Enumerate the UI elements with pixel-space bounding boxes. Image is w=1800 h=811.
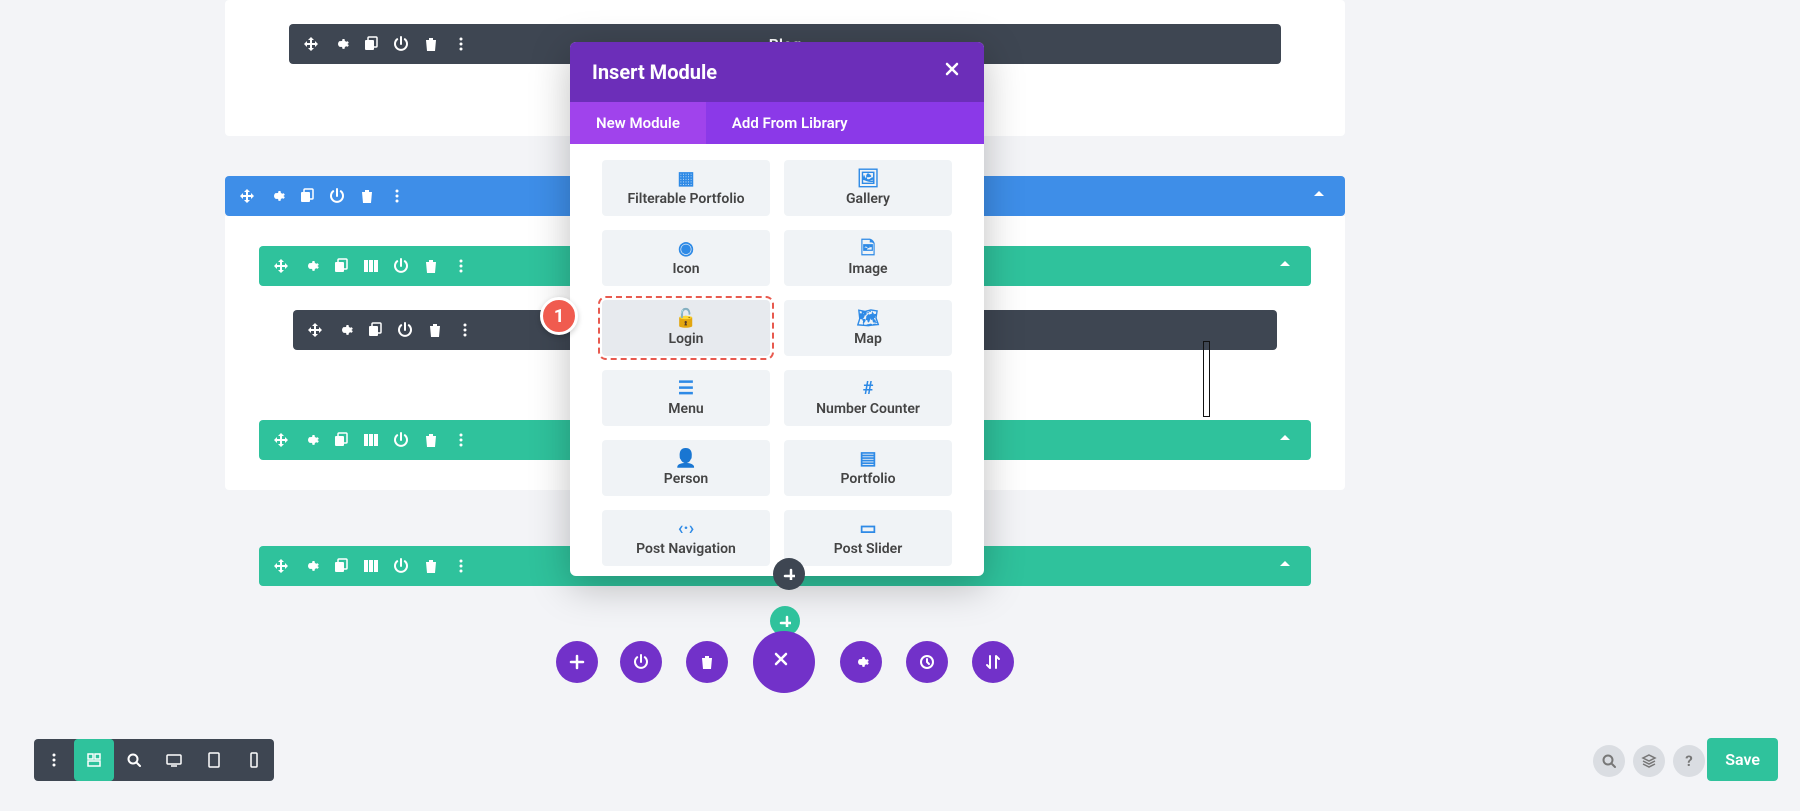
modal-title: Insert Module [592, 60, 717, 84]
modal-header: Insert Module [570, 42, 984, 102]
module-filterable-portfolio[interactable]: ▦Filterable Portfolio [602, 160, 770, 216]
slider-icon: ▭ [859, 520, 876, 538]
fab-sort[interactable] [972, 641, 1014, 683]
image-icon: 🖻 [861, 240, 875, 258]
collapse-icon[interactable] [1311, 186, 1327, 206]
collapse-icon[interactable] [1277, 256, 1293, 276]
module-person[interactable]: 👤Person [602, 440, 770, 496]
move-icon[interactable] [273, 258, 289, 274]
trash-icon[interactable] [423, 258, 439, 274]
toolbar-tablet[interactable] [194, 739, 234, 781]
nav-icon: ‹·› [678, 520, 694, 538]
toolbar-wireframe[interactable] [74, 739, 114, 781]
trash-icon[interactable] [423, 432, 439, 448]
toolbar-zoom[interactable] [114, 739, 154, 781]
module-icon[interactable]: ◉Icon [602, 230, 770, 286]
module-number-counter[interactable]: #Number Counter [784, 370, 952, 426]
search-button[interactable] [1593, 745, 1625, 777]
fab-settings[interactable] [840, 641, 882, 683]
module-grid: ▦Filterable Portfolio 🖼Gallery ◉Icon 🖻Im… [570, 144, 984, 576]
gallery-icon: 🖼 [857, 170, 880, 188]
gear-icon[interactable] [303, 258, 319, 274]
grid-icon: ▦ [677, 170, 694, 188]
annotation-badge-1: 1 [540, 297, 578, 335]
columns-icon[interactable] [363, 558, 379, 574]
fab-trash[interactable] [686, 641, 728, 683]
menu-icon: ☰ [678, 380, 694, 398]
columns-icon[interactable] [363, 258, 379, 274]
fab-add[interactable] [556, 641, 598, 683]
collapse-icon[interactable] [1277, 556, 1293, 576]
move-icon[interactable] [239, 188, 255, 204]
module-post-slider[interactable]: ▭Post Slider [784, 510, 952, 566]
copy-icon[interactable] [299, 188, 315, 204]
dots-icon[interactable] [453, 432, 469, 448]
power-icon[interactable] [393, 432, 409, 448]
trash-icon[interactable] [423, 36, 439, 52]
layers-button[interactable] [1633, 745, 1665, 777]
module-gallery[interactable]: 🖼Gallery [784, 160, 952, 216]
trash-icon[interactable] [359, 188, 375, 204]
fab-close[interactable] [753, 631, 815, 693]
move-icon[interactable] [303, 36, 319, 52]
collapse-icon[interactable] [1277, 430, 1293, 450]
module-login[interactable]: 🔓Login [602, 300, 770, 356]
lock-icon: 🔓 [675, 310, 697, 328]
power-icon[interactable] [393, 258, 409, 274]
toolbar-menu[interactable] [34, 739, 74, 781]
map-icon: 🗺 [857, 310, 880, 328]
module-portfolio[interactable]: ▤Portfolio [784, 440, 952, 496]
target-icon: ◉ [678, 240, 694, 258]
modal-tabs: New Module Add From Library [570, 102, 984, 144]
copy-icon[interactable] [363, 36, 379, 52]
power-icon[interactable] [393, 36, 409, 52]
copy-icon[interactable] [367, 322, 383, 338]
copy-icon[interactable] [333, 558, 349, 574]
gear-icon[interactable] [337, 322, 353, 338]
dots-icon[interactable] [389, 188, 405, 204]
move-icon[interactable] [307, 322, 323, 338]
dots-icon[interactable] [453, 258, 469, 274]
power-icon[interactable] [397, 322, 413, 338]
add-row-button[interactable] [773, 558, 805, 590]
insert-module-modal: Insert Module New Module Add From Librar… [570, 42, 984, 576]
move-icon[interactable] [273, 558, 289, 574]
gear-icon[interactable] [333, 36, 349, 52]
close-icon[interactable] [944, 60, 962, 84]
portfolio-icon: ▤ [859, 450, 876, 468]
columns-icon[interactable] [363, 432, 379, 448]
frame-edge [1203, 341, 1210, 417]
dots-icon[interactable] [453, 558, 469, 574]
save-button[interactable]: Save [1707, 738, 1778, 781]
module-menu[interactable]: ☰Menu [602, 370, 770, 426]
power-icon[interactable] [393, 558, 409, 574]
hash-icon: # [863, 380, 874, 398]
trash-icon[interactable] [427, 322, 443, 338]
fab-power[interactable] [620, 641, 662, 683]
help-button[interactable]: ? [1673, 745, 1705, 777]
power-icon[interactable] [329, 188, 345, 204]
gear-icon[interactable] [303, 432, 319, 448]
gear-icon[interactable] [269, 188, 285, 204]
view-toolbar [34, 739, 274, 781]
copy-icon[interactable] [333, 432, 349, 448]
gear-icon[interactable] [303, 558, 319, 574]
toolbar-phone[interactable] [234, 739, 274, 781]
move-icon[interactable] [273, 432, 289, 448]
dots-icon[interactable] [453, 36, 469, 52]
tab-new-module[interactable]: New Module [570, 102, 706, 144]
module-post-navigation[interactable]: ‹·›Post Navigation [602, 510, 770, 566]
person-icon: 👤 [675, 450, 697, 468]
tab-add-from-library[interactable]: Add From Library [706, 102, 874, 144]
dots-icon[interactable] [457, 322, 473, 338]
copy-icon[interactable] [333, 258, 349, 274]
module-image[interactable]: 🖻Image [784, 230, 952, 286]
trash-icon[interactable] [423, 558, 439, 574]
fab-history[interactable] [906, 641, 948, 683]
toolbar-desktop[interactable] [154, 739, 194, 781]
module-map[interactable]: 🗺Map [784, 300, 952, 356]
